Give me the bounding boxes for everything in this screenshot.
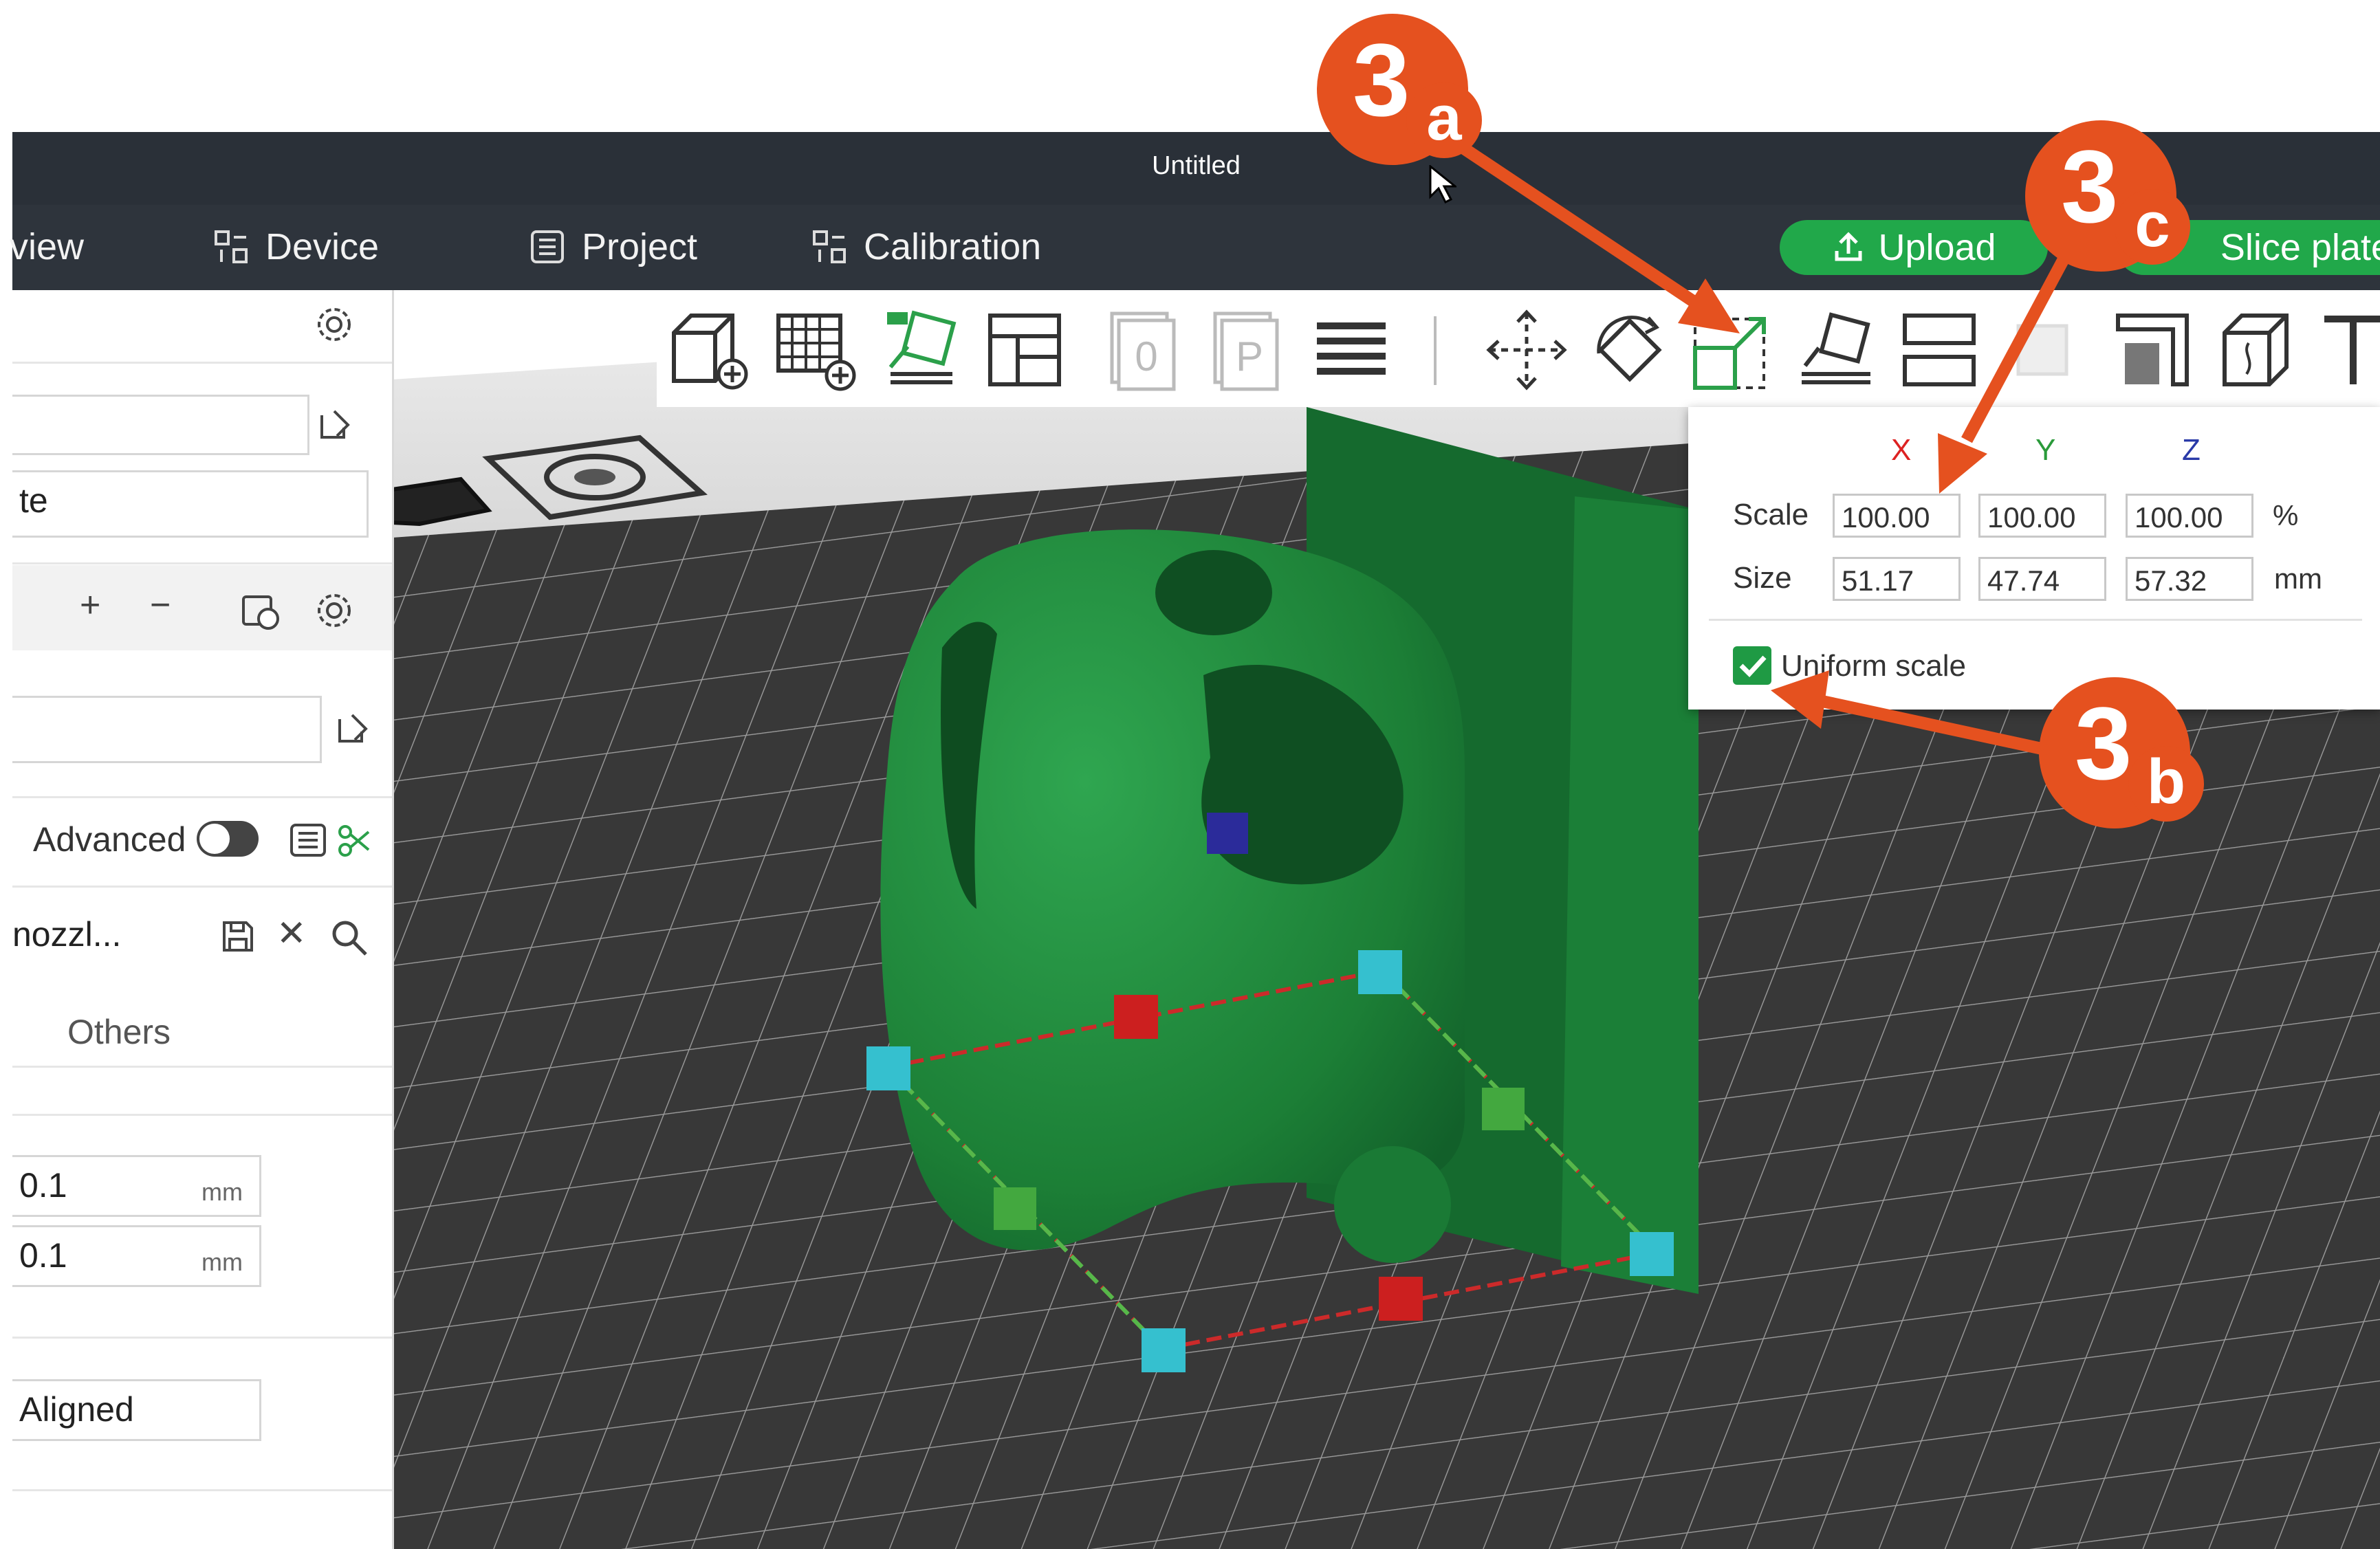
callout-3c: 3 c bbox=[2025, 120, 2190, 272]
callout-3a: 3 a bbox=[1317, 14, 1482, 165]
annotation-arrows bbox=[1454, 139, 2078, 762]
callout-3a-letter: a bbox=[1406, 83, 1482, 158]
callout-3c-number: 3 bbox=[2061, 129, 2119, 244]
callout-3a-number: 3 bbox=[1353, 22, 1410, 138]
callout-3b-number: 3 bbox=[2075, 685, 2132, 801]
callout-3c-letter: c bbox=[2115, 189, 2190, 265]
callout-3b-letter: b bbox=[2128, 746, 2204, 822]
callout-3b: 3 b bbox=[2039, 677, 2204, 828]
